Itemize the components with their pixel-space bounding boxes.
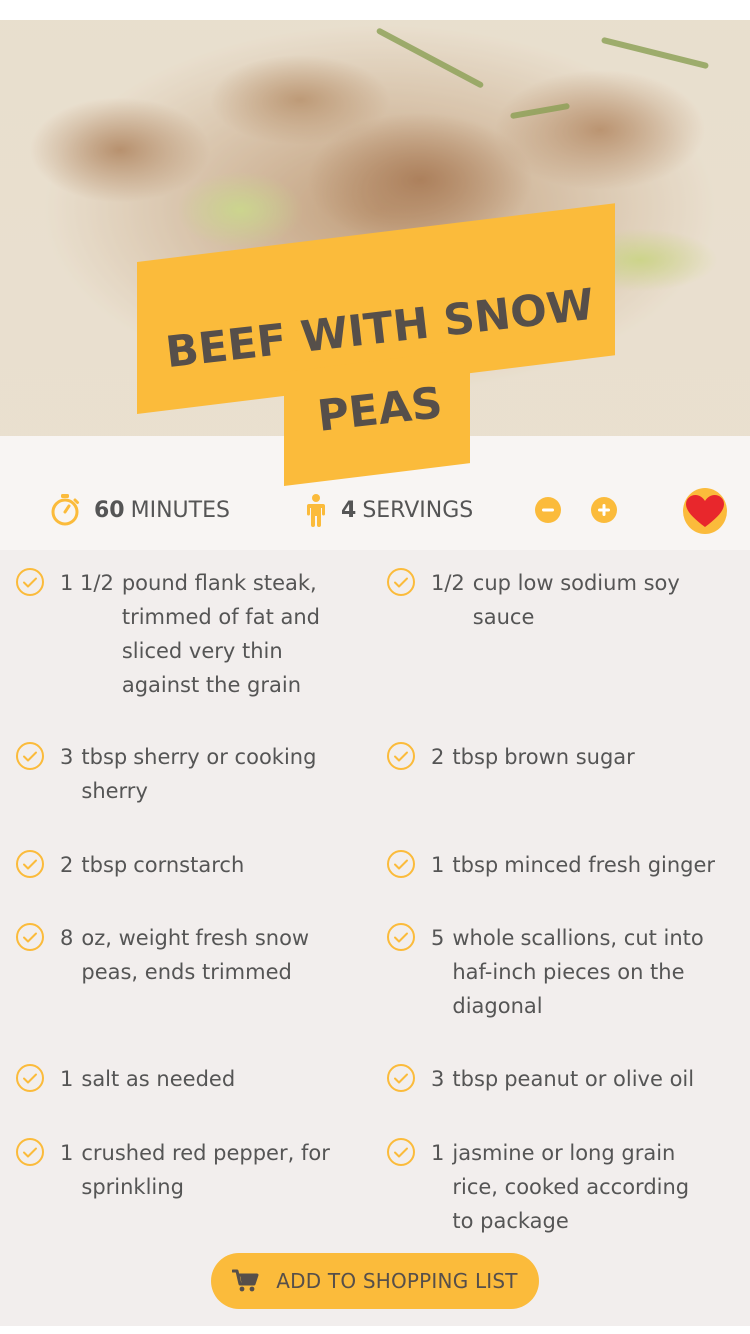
- ingredient-quantity: 8: [60, 926, 74, 950]
- ingredient-quantity: 1: [431, 853, 445, 877]
- check-icon: [16, 923, 44, 951]
- ingredient-description: pound flank steak, trimmed of fat and sl…: [122, 566, 345, 702]
- check-icon: [16, 850, 44, 878]
- ingredient-text: minced fresh ginger: [504, 853, 716, 877]
- ingredient-item[interactable]: 3 tbsp peanut or olive oil: [386, 1062, 716, 1096]
- servings: 4 SERVINGS: [305, 490, 473, 530]
- add-to-shopping-list-label: ADD TO SHOPPING LIST: [276, 1269, 518, 1293]
- ingredient-unit: tbsp: [452, 1067, 499, 1091]
- add-to-shopping-list-button[interactable]: ADD TO SHOPPING LIST: [211, 1253, 539, 1309]
- ingredient-description: salt as needed: [81, 1062, 345, 1096]
- servings-label: SERVINGS: [362, 497, 474, 523]
- ingredient-description: oz, weight fresh snow peas, ends trimmed: [81, 921, 345, 989]
- check-icon: [16, 1064, 44, 1092]
- ingredient-text: cup low sodium soy sauce: [472, 571, 680, 629]
- check-icon: [387, 1064, 415, 1092]
- ingredient-description: crushed red pepper, for sprinkling: [81, 1136, 345, 1204]
- ingredient-unit: oz, weight: [81, 926, 190, 950]
- ingredient-text: pound flank steak, trimmed of fat and sl…: [121, 571, 320, 697]
- ingredient-description: tbsp cornstarch: [81, 848, 345, 882]
- ingredient-item[interactable]: 1 1/2 pound flank steak, trimmed of fat …: [15, 566, 345, 702]
- ingredient-item[interactable]: 5 whole scallions, cut into haf-inch piec…: [386, 921, 716, 1023]
- ingredient-item[interactable]: 8 oz, weight fresh snow peas, ends trimme…: [15, 921, 345, 989]
- cook-time-value: 60: [94, 497, 125, 523]
- ingredient-description: tbsp brown sugar: [452, 740, 716, 774]
- favorite-button[interactable]: [683, 488, 727, 534]
- ingredient-unit: tbsp: [452, 853, 499, 877]
- cook-time-label: MINUTES: [130, 497, 230, 523]
- ingredient-unit: tbsp: [81, 745, 128, 769]
- check-icon: [387, 850, 415, 878]
- stopwatch-icon: [50, 493, 80, 527]
- ingredient-quantity: 1: [60, 1067, 74, 1091]
- ingredient-text: peanut or olive oil: [504, 1067, 695, 1091]
- ingredient-text: brown sugar: [504, 745, 635, 769]
- ingredient-quantity: 5: [431, 926, 445, 950]
- ingredient-description: tbsp peanut or olive oil: [452, 1062, 716, 1096]
- ingredient-quantity: 1: [60, 1141, 74, 1165]
- minus-icon: [542, 508, 554, 512]
- ingredient-text: jasmine or long grain rice, cooked accor…: [452, 1141, 690, 1233]
- ingredient-text: cornstarch: [133, 853, 245, 877]
- check-icon: [16, 742, 44, 770]
- check-icon: [16, 1138, 44, 1166]
- ingredient-item[interactable]: 3 tbsp sherry or cooking sherry: [15, 740, 345, 808]
- ingredient-description: jasmine or long grain rice, cooked accor…: [452, 1136, 716, 1238]
- heart-icon: [686, 495, 724, 527]
- check-icon: [387, 568, 415, 596]
- ingredient-description: cup low sodium soy sauce: [473, 566, 716, 634]
- ingredient-item[interactable]: 1 tbsp minced fresh ginger: [386, 848, 716, 882]
- ingredient-item[interactable]: 1 salt as needed: [15, 1062, 345, 1096]
- ingredient-unit: tbsp: [452, 745, 499, 769]
- ingredient-item[interactable]: 2 tbsp cornstarch: [15, 848, 345, 882]
- ingredient-quantity: 1: [431, 1141, 445, 1165]
- check-icon: [387, 742, 415, 770]
- ingredient-quantity: 2: [431, 745, 445, 769]
- plus-icon: [598, 504, 610, 516]
- person-icon: [305, 493, 327, 527]
- check-icon: [387, 1138, 415, 1166]
- ingredient-text: crushed red pepper, for sprinkling: [81, 1141, 330, 1199]
- ingredient-quantity: 1/2: [431, 571, 465, 595]
- ingredient-unit: whole: [452, 926, 515, 950]
- ingredient-item[interactable]: 1 jasmine or long grain rice, cooked acc…: [386, 1136, 716, 1238]
- check-icon: [387, 923, 415, 951]
- decrease-servings-button[interactable]: [535, 497, 561, 523]
- ingredient-item[interactable]: 2 tbsp brown sugar: [386, 740, 716, 774]
- cart-icon: [232, 1269, 259, 1292]
- ingredient-quantity: 3: [60, 745, 74, 769]
- ingredient-item[interactable]: 1 crushed red pepper, for sprinkling: [15, 1136, 345, 1204]
- servings-value: 4: [341, 497, 357, 523]
- ingredient-description: whole scallions, cut into haf-inch pieces…: [452, 921, 716, 1023]
- cook-time: 60 MINUTES: [50, 490, 230, 530]
- recipe-title: BEEF WITH SNOW PEAS: [150, 280, 610, 442]
- ingredient-quantity: 2: [60, 853, 74, 877]
- ingredient-unit: tbsp: [81, 853, 128, 877]
- check-icon: [16, 568, 44, 596]
- ingredient-description: tbsp sherry or cooking sherry: [81, 740, 345, 808]
- ingredient-item[interactable]: 1/2 cup low sodium soy sauce: [386, 566, 716, 634]
- increase-servings-button[interactable]: [591, 497, 617, 523]
- ingredient-quantity: 1 1/2: [60, 571, 114, 595]
- ingredient-text: salt as needed: [81, 1067, 236, 1091]
- ingredient-quantity: 3: [431, 1067, 445, 1091]
- recipe-title-line-1: BEEF WITH SNOW: [163, 279, 597, 379]
- ingredient-description: tbsp minced fresh ginger: [452, 848, 716, 882]
